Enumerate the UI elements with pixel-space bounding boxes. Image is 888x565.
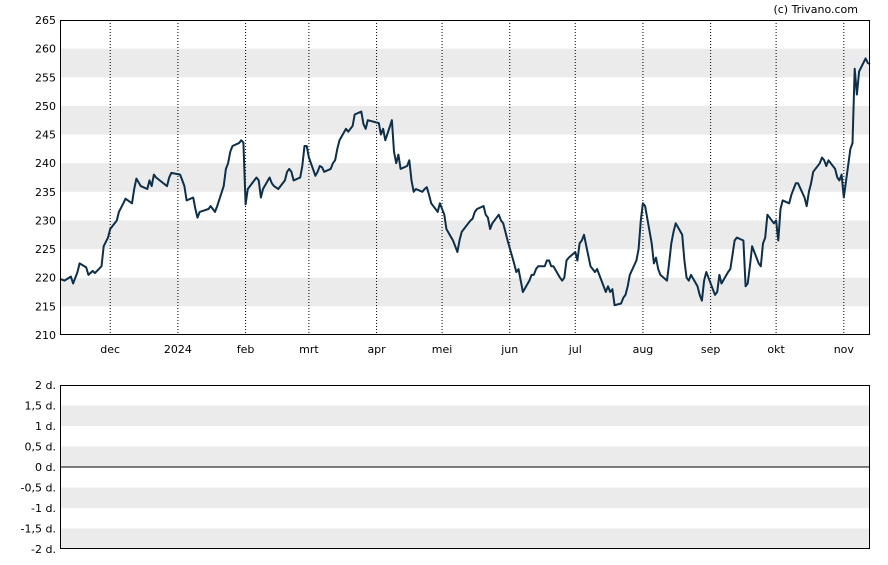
volume-chart: -2 d. -1,5 d. -1 d. -0,5 d. 0 d. 0,5 d. 1 d. 1,… [21, 379, 870, 556]
grid-band [60, 528, 870, 549]
copyright-credit: (c) Trivano.com [773, 3, 858, 16]
y-tick-label: -1 d. [31, 502, 56, 515]
grid-band [60, 405, 870, 426]
y-tick-label: 2 d. [35, 379, 56, 392]
grid-band [60, 487, 870, 508]
x-tick-label: feb [237, 343, 255, 356]
grid-band [60, 446, 870, 467]
grid-band [60, 220, 870, 250]
y-tick-label: 230 [35, 214, 56, 227]
y-tick-label: 215 [35, 300, 56, 313]
grid-band [60, 48, 870, 78]
x-tick-label: dec [100, 343, 120, 356]
y-tick-label: 1,5 d. [25, 400, 56, 413]
y-tick-label: -1,5 d. [21, 523, 56, 536]
y-tick-label: 250 [35, 100, 56, 113]
y-tick-label: 265 [35, 14, 56, 27]
x-tick-label: jul [568, 343, 582, 356]
x-tick-label: 2024 [164, 343, 192, 356]
x-tick-label: sep [701, 343, 720, 356]
y-tick-label: -2 d. [31, 543, 56, 556]
y-tick-label: 255 [35, 71, 56, 84]
grid-band [60, 105, 870, 135]
x-tick-label: nov [834, 343, 855, 356]
y-tick-label: 225 [35, 243, 56, 256]
y-tick-label: 260 [35, 43, 56, 56]
chart-canvas: dec 2024 feb mrt apr mei jun jul aug sep okt nov 210… [21, 3, 871, 556]
y-tick-label: 0 d. [35, 461, 56, 474]
y-tick-label: -0,5 d. [21, 482, 56, 495]
x-tick-label: aug [633, 343, 654, 356]
x-tick-label: apr [367, 343, 386, 356]
x-tick-label: mrt [299, 343, 319, 356]
y-tick-label: 1 d. [35, 420, 56, 433]
y-tick-label: 210 [35, 329, 56, 342]
y-tick-label: 245 [35, 129, 56, 142]
y-tick-label: 0,5 d. [25, 441, 56, 454]
y-tick-label: 235 [35, 186, 56, 199]
x-tick-label: jun [500, 343, 518, 356]
y-tick-label: 220 [35, 272, 56, 285]
y-tick-label: 240 [35, 157, 56, 170]
x-tick-label: mei [432, 343, 453, 356]
price-chart: dec 2024 feb mrt apr mei jun jul aug sep okt nov 210… [35, 14, 871, 356]
x-tick-label: okt [767, 343, 785, 356]
